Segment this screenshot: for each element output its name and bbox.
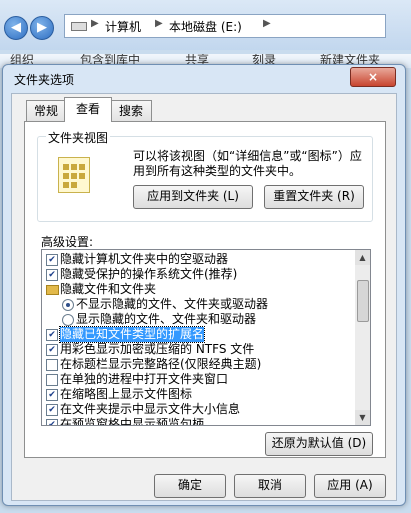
checkbox-checked[interactable]: ✔	[46, 419, 58, 425]
folder-views-group: 文件夹视图 可以将该视图（如“详细信息”或“图标”）应用到所有这种类型的文件夹中…	[37, 129, 373, 222]
view-tab-panel: 文件夹视图 可以将该视图（如“详细信息”或“图标”）应用到所有这种类型的文件夹中…	[24, 121, 386, 458]
advanced-settings-scrollbar[interactable]: ▲ ▼	[355, 249, 371, 426]
cancel-button[interactable]: 取消	[234, 474, 306, 498]
folder-views-description: 可以将该视图（如“详细信息”或“图标”）应用到所有这种类型的文件夹中。	[133, 149, 362, 178]
checkbox-checked[interactable]: ✔	[46, 389, 58, 401]
advanced-settings-label: 高级设置:	[41, 235, 94, 249]
reset-folders-button[interactable]: 重置文件夹 (R)	[264, 185, 364, 209]
folder-options-dialog: 文件夹选项 × 常规 查看 搜索 文件夹视图 可以将该视图（如“详细信息”或“图…	[2, 64, 406, 506]
restore-defaults-button[interactable]: 还原为默认值 (D)	[265, 432, 373, 456]
checkbox-checked[interactable]: ✔	[46, 329, 58, 341]
advanced-settings-list[interactable]: ✔ 隐藏计算机文件夹中的空驱动器 ✔ 隐藏受保护的操作系统文件(推荐) 隐藏文件…	[41, 249, 357, 426]
breadcrumb-separator-icon: ▶	[155, 18, 163, 29]
setting-label-selected: 隐藏已知文件类型的扩展名	[58, 326, 206, 343]
close-icon: ×	[367, 70, 379, 84]
scroll-up-icon[interactable]: ▲	[355, 250, 370, 265]
close-button[interactable]: ×	[350, 67, 396, 87]
checkbox-unchecked[interactable]	[46, 374, 58, 386]
setting-label: 在缩略图上显示文件图标	[60, 387, 193, 401]
radio-unselected[interactable]	[62, 314, 74, 326]
apply-button[interactable]: 应用 (A)	[314, 474, 386, 498]
explorer-toolbar: ◀ ▶ ▶ 计算机 ▶ 本地磁盘 (E:) ▶	[0, 0, 411, 50]
tab-general[interactable]: 常规	[26, 100, 66, 121]
setting-label: 在文件夹提示中显示文件大小信息	[60, 402, 241, 416]
apply-to-folders-button[interactable]: 应用到文件夹 (L)	[133, 185, 253, 209]
setting-label: 在标题栏显示完整路径(仅限经典主题)	[60, 357, 262, 371]
setting-label: 隐藏计算机文件夹中的空驱动器	[60, 252, 229, 266]
dialog-title: 文件夹选项	[14, 73, 75, 87]
forward-button[interactable]: ▶	[30, 16, 54, 40]
checkbox-unchecked[interactable]	[46, 359, 58, 371]
scrollbar-thumb[interactable]	[357, 280, 369, 322]
tab-view[interactable]: 查看	[64, 97, 112, 122]
setting-label: 隐藏受保护的操作系统文件(推荐)	[60, 267, 238, 281]
setting-label: 在单独的进程中打开文件夹窗口	[60, 372, 229, 386]
breadcrumb-computer[interactable]: 计算机	[105, 18, 141, 35]
breadcrumb-drive-e[interactable]: 本地磁盘 (E:)	[169, 18, 242, 35]
setting-label: 显示隐藏的文件、文件夹和驱动器	[76, 312, 257, 326]
checkbox-checked[interactable]: ✔	[46, 254, 58, 266]
computer-icon	[71, 22, 87, 31]
folder-views-title: 文件夹视图	[46, 129, 111, 146]
folder-icon	[46, 285, 59, 295]
checkbox-checked[interactable]: ✔	[46, 404, 58, 416]
setting-label: 不显示隐藏的文件、文件夹或驱动器	[76, 297, 269, 311]
back-button[interactable]: ◀	[4, 16, 28, 40]
checkbox-checked[interactable]: ✔	[46, 269, 58, 281]
checkbox-checked[interactable]: ✔	[46, 344, 58, 356]
breadcrumb-separator-icon: ▶	[91, 18, 99, 29]
radio-selected[interactable]	[62, 299, 74, 311]
scroll-down-icon[interactable]: ▼	[355, 410, 370, 425]
breadcrumb-separator-icon: ▶	[263, 18, 271, 29]
tab-search[interactable]: 搜索	[110, 100, 152, 121]
folder-view-icon	[58, 157, 90, 193]
address-bar[interactable]: ▶ 计算机 ▶ 本地磁盘 (E:) ▶	[64, 14, 386, 38]
setting-label: 用彩色显示加密或压缩的 NTFS 文件	[60, 342, 255, 356]
setting-group-label: 隐藏文件和文件夹	[60, 282, 157, 296]
dialog-client-area: 常规 查看 搜索 文件夹视图 可以将该视图（如“详细信息”或“图标”）应用到所有…	[11, 93, 397, 501]
setting-label: 在预览窗格中显示预览句柄	[60, 417, 205, 426]
ok-button[interactable]: 确定	[154, 474, 226, 498]
